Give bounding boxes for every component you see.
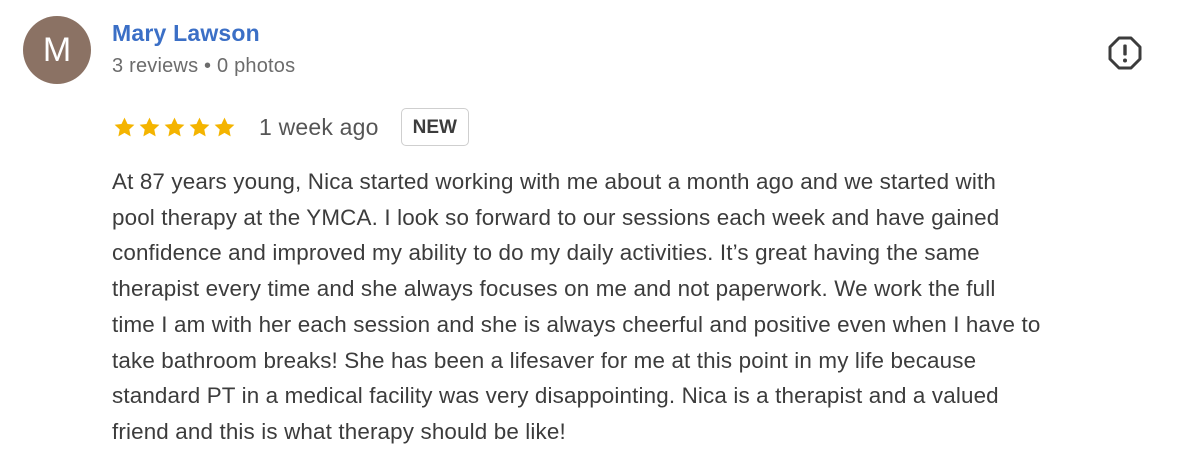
star-icon [139,117,160,136]
review-text-line: time I am with her each session and she … [112,311,1041,337]
avatar-letter: M [42,31,72,69]
star-rating [112,115,237,140]
star-icon [164,117,185,136]
review-text-line: pool therapy at the YMCA. I look so forw… [112,204,1000,230]
review-text-line: therapist every time and she always focu… [112,276,996,302]
avatar[interactable]: M [23,16,91,84]
review-text-line: take bathroom breaks! She has been a lif… [112,347,977,373]
star-icon [114,117,135,136]
report-octagon-icon [1108,36,1142,70]
review-time: 1 week ago [259,113,379,140]
review-card: M Mary Lawson 3 reviews • 0 photos 1 wee… [0,0,1192,455]
reviewer-stats: 3 reviews • 0 photos [112,55,296,77]
review-text-line: standard PT in a medical facility was ve… [112,383,999,409]
review-text-line: friend and this is what therapy should b… [112,418,566,444]
reviewer-name[interactable]: Mary Lawson [112,20,260,47]
new-badge: NEW [400,108,469,146]
review-text-line: At 87 years young, Nica started working … [112,169,996,194]
star-icon [189,117,210,136]
review-text-line: confidence and improved my ability to do… [112,240,980,266]
report-button[interactable] [1106,34,1144,72]
rating-row: 1 week ago NEW [112,107,469,147]
review-text: At 87 years young, Nica started working … [112,164,1172,450]
star-icon [214,117,235,136]
